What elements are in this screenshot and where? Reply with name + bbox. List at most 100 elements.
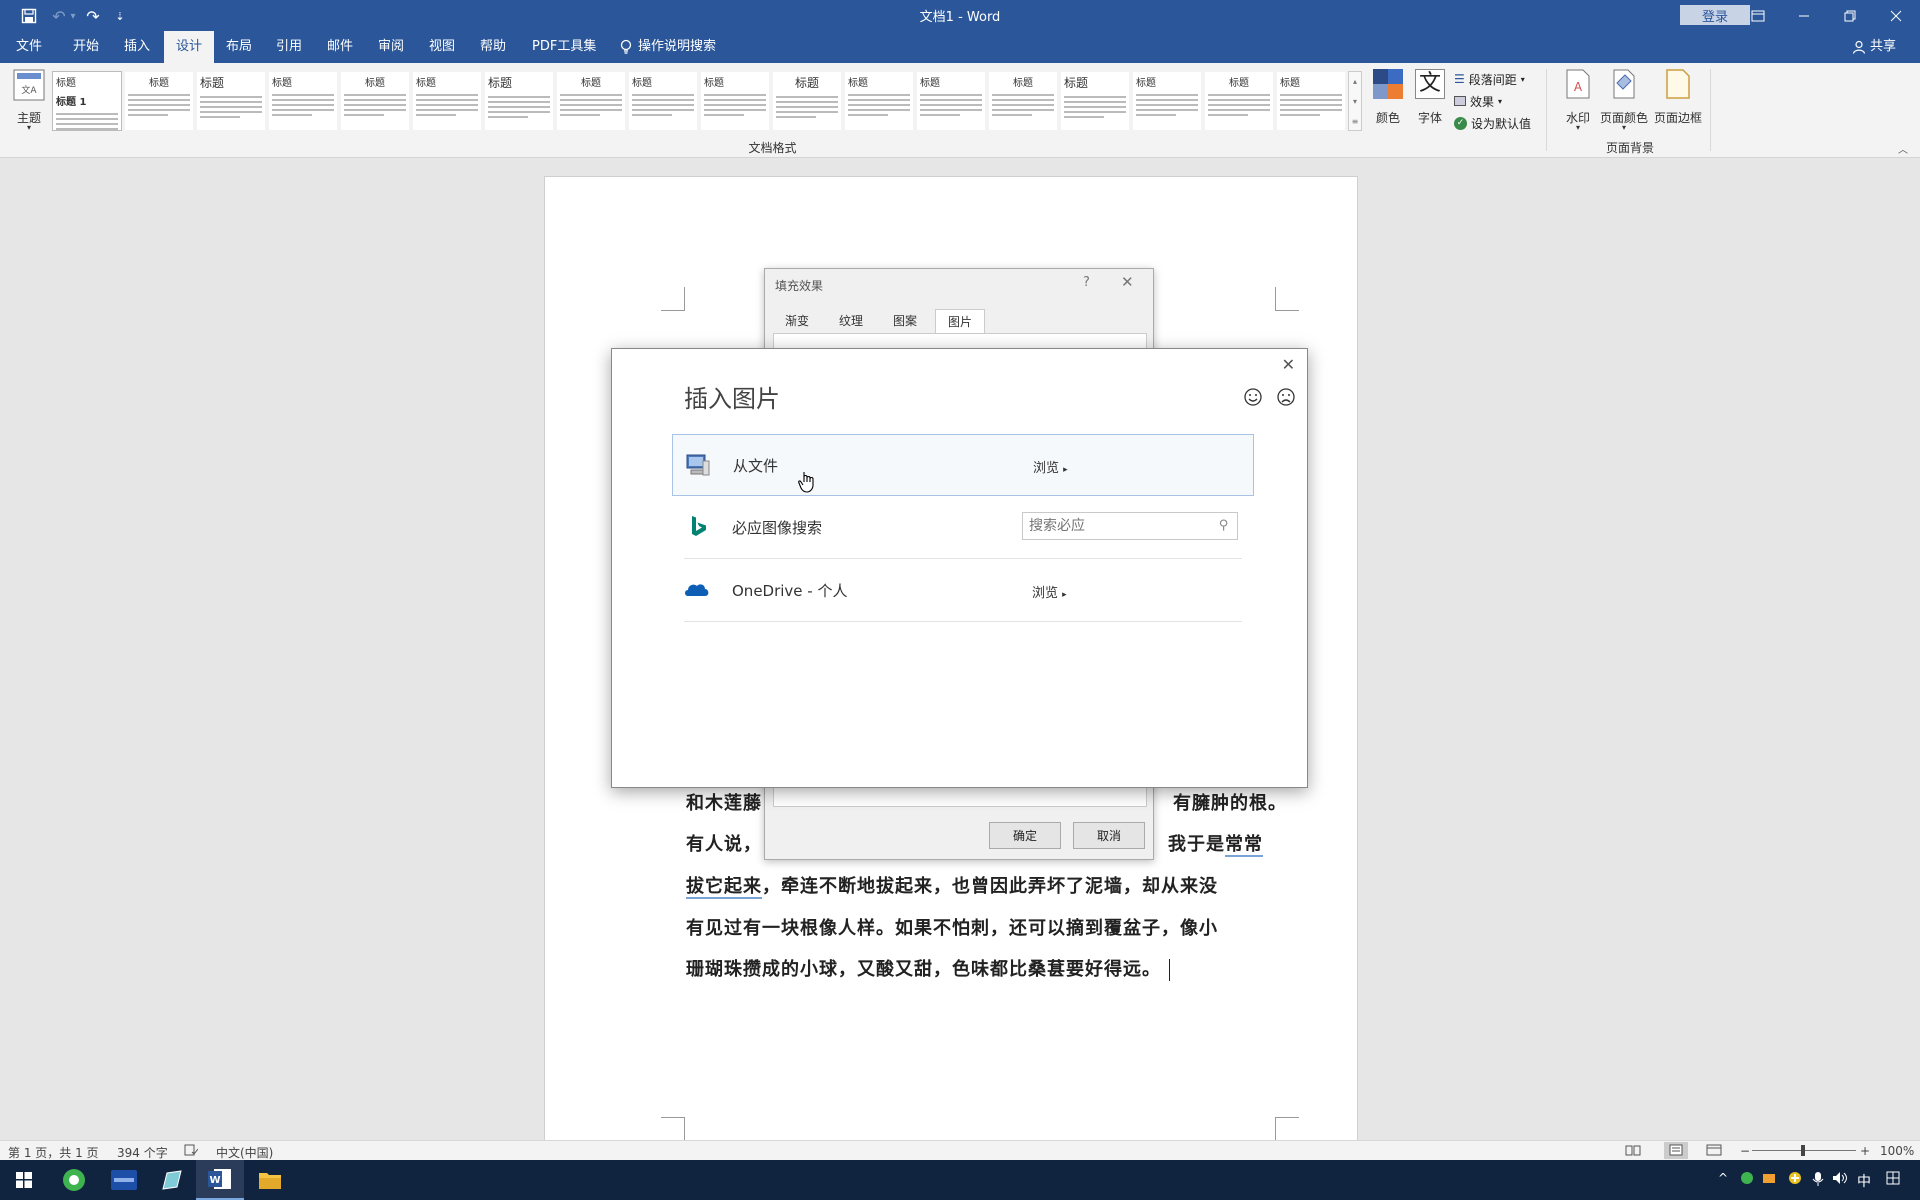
tab-file[interactable]: 文件 xyxy=(8,31,50,63)
bing-search-input[interactable] xyxy=(1023,513,1203,539)
style-preview-line xyxy=(704,94,766,96)
browse-link[interactable]: 浏览 ▸ xyxy=(1033,457,1068,476)
ok-button[interactable]: 确定 xyxy=(989,822,1061,849)
share-button[interactable]: 共享 xyxy=(1852,31,1896,63)
style-set-thumbnail[interactable]: 标题 xyxy=(1132,71,1202,131)
proofing-icon[interactable] xyxy=(184,1144,199,1159)
gallery-more-icon[interactable]: ≡ xyxy=(1349,112,1361,132)
web-layout-icon[interactable] xyxy=(1706,1144,1722,1159)
style-set-thumbnail[interactable]: 标题 xyxy=(556,71,626,131)
tray-security-icon[interactable] xyxy=(1762,1171,1776,1189)
tab-texture[interactable]: 纹理 xyxy=(827,309,875,333)
tab-pattern[interactable]: 图案 xyxy=(881,309,929,333)
style-set-thumbnail[interactable]: 标题 xyxy=(1204,71,1274,131)
restore-icon[interactable] xyxy=(1827,0,1873,31)
gallery-up-icon[interactable]: ▴ xyxy=(1349,72,1361,92)
tab-pdf-tools[interactable]: PDF工具集 xyxy=(524,31,604,63)
tray-update-icon[interactable] xyxy=(1788,1171,1802,1189)
zoom-level[interactable]: 100% xyxy=(1880,1144,1914,1158)
close-icon[interactable]: ✕ xyxy=(1282,355,1295,374)
tab-picture[interactable]: 图片 xyxy=(935,309,986,333)
page-count[interactable]: 第 1 页，共 1 页 xyxy=(8,1144,99,1161)
style-preview-line xyxy=(416,104,478,106)
tab-home[interactable]: 开始 xyxy=(65,31,107,63)
tab-gradient[interactable]: 渐变 xyxy=(773,309,821,333)
style-preview-line xyxy=(560,104,622,106)
tab-layout[interactable]: 布局 xyxy=(218,31,260,63)
style-set-thumbnail[interactable]: 标题 xyxy=(844,71,914,131)
collapse-ribbon-icon[interactable]: ︿ xyxy=(1898,141,1908,156)
close-icon[interactable]: ✕ xyxy=(1121,273,1134,291)
ribbon-display-icon[interactable] xyxy=(1735,0,1781,31)
set-default-button[interactable]: ✓ 设为默认值 xyxy=(1454,114,1531,132)
effects-button[interactable]: 效果 ▾ xyxy=(1454,92,1502,110)
style-preview-line xyxy=(128,109,190,111)
page-borders-button[interactable]: 页面边框 xyxy=(1652,69,1704,139)
svg-text:W: W xyxy=(209,1175,220,1186)
language[interactable]: 中文(中国) xyxy=(216,1144,273,1161)
page-color-button[interactable]: 页面颜色 ▾ xyxy=(1598,69,1650,139)
zoom-slider-thumb[interactable] xyxy=(1801,1145,1805,1156)
tray-app-icon[interactable] xyxy=(1740,1171,1754,1189)
frown-icon[interactable] xyxy=(1276,387,1296,407)
start-button[interactable] xyxy=(0,1160,48,1200)
tab-mailings[interactable]: 邮件 xyxy=(319,31,361,63)
minimize-icon[interactable] xyxy=(1781,0,1827,31)
smile-icon[interactable] xyxy=(1243,387,1263,407)
browse-link[interactable]: 浏览 ▸ xyxy=(1032,582,1067,601)
tab-help[interactable]: 帮助 xyxy=(472,31,514,63)
tray-chevron-icon[interactable]: ^ xyxy=(1718,1171,1728,1185)
onedrive-row[interactable]: OneDrive - 个人 浏览 ▸ xyxy=(672,560,1254,622)
style-set-thumbnail[interactable]: 标题 xyxy=(772,71,842,131)
tab-references[interactable]: 引用 xyxy=(268,31,310,63)
zoom-in-button[interactable]: + xyxy=(1860,1144,1870,1158)
ime-indicator[interactable]: 中 xyxy=(1857,1171,1871,1191)
zoom-out-button[interactable]: − xyxy=(1740,1144,1750,1158)
paragraph-spacing-button[interactable]: ☰ 段落间距 ▾ xyxy=(1454,70,1525,88)
ime-mode-icon[interactable] xyxy=(1886,1171,1900,1189)
style-set-thumbnail[interactable]: 标题 xyxy=(988,71,1058,131)
style-set-thumbnail[interactable]: 标题 xyxy=(124,71,194,131)
style-set-thumbnail[interactable]: 标题 xyxy=(700,71,770,131)
style-set-thumbnail[interactable]: 标题 xyxy=(916,71,986,131)
taskbar-app-browser[interactable] xyxy=(50,1160,98,1200)
volume-icon[interactable] xyxy=(1832,1171,1848,1189)
taskbar-app-word[interactable]: W xyxy=(196,1160,244,1200)
fonts-button[interactable]: 文 字体 xyxy=(1412,69,1448,139)
read-mode-icon[interactable] xyxy=(1625,1144,1641,1159)
taskbar-app-video[interactable] xyxy=(100,1160,148,1200)
tab-view[interactable]: 视图 xyxy=(421,31,463,63)
watermark-button[interactable]: A 水印 ▾ xyxy=(1560,69,1596,139)
tell-me-search[interactable]: 操作说明搜索 xyxy=(612,31,724,63)
close-icon[interactable] xyxy=(1873,0,1919,31)
help-icon[interactable]: ? xyxy=(1083,275,1090,290)
from-file-row[interactable]: 从文件 浏览 ▸ xyxy=(672,434,1254,496)
style-set-thumbnail[interactable]: 标题 xyxy=(1276,71,1346,131)
paragraph-spacing-icon: ☰ xyxy=(1454,72,1465,86)
style-set-thumbnail[interactable]: 标题 xyxy=(484,71,554,131)
style-set-thumbnail[interactable]: 标题 xyxy=(412,71,482,131)
tab-design[interactable]: 设计 xyxy=(164,31,215,63)
gallery-down-icon[interactable]: ▾ xyxy=(1349,92,1361,112)
print-layout-icon[interactable] xyxy=(1664,1142,1688,1159)
style-set-thumbnail[interactable]: 标题 xyxy=(628,71,698,131)
taskbar-app-notes[interactable] xyxy=(148,1160,196,1200)
page-borders-icon xyxy=(1666,69,1690,99)
tab-insert[interactable]: 插入 xyxy=(116,31,158,63)
style-set-thumbnail[interactable]: 标题 xyxy=(268,71,338,131)
colors-button[interactable]: 颜色 xyxy=(1370,69,1406,139)
style-set-thumbnail[interactable]: 标题 xyxy=(1060,71,1130,131)
search-icon[interactable]: ⚲ xyxy=(1219,518,1229,533)
style-set-thumbnail[interactable]: 标题 标题 1 xyxy=(52,71,122,131)
cancel-button[interactable]: 取消 xyxy=(1073,822,1145,849)
style-set-thumbnail[interactable]: 标题 xyxy=(196,71,266,131)
word-count[interactable]: 394 个字 xyxy=(117,1144,168,1161)
taskbar-app-explorer[interactable] xyxy=(246,1160,294,1200)
style-set-thumbnail[interactable]: 标题 xyxy=(340,71,410,131)
gallery-scroll[interactable]: ▴ ▾ ≡ xyxy=(1348,71,1362,131)
themes-button[interactable]: 文A 主题 ▾ xyxy=(10,69,48,137)
microphone-icon[interactable] xyxy=(1812,1171,1824,1191)
tab-review[interactable]: 审阅 xyxy=(370,31,412,63)
doc-text: 珊瑚珠攒成的小球，又酸又甜，色味都比桑葚要好得远。 xyxy=(686,959,1161,980)
style-set-heading: 标题 xyxy=(1013,78,1033,89)
